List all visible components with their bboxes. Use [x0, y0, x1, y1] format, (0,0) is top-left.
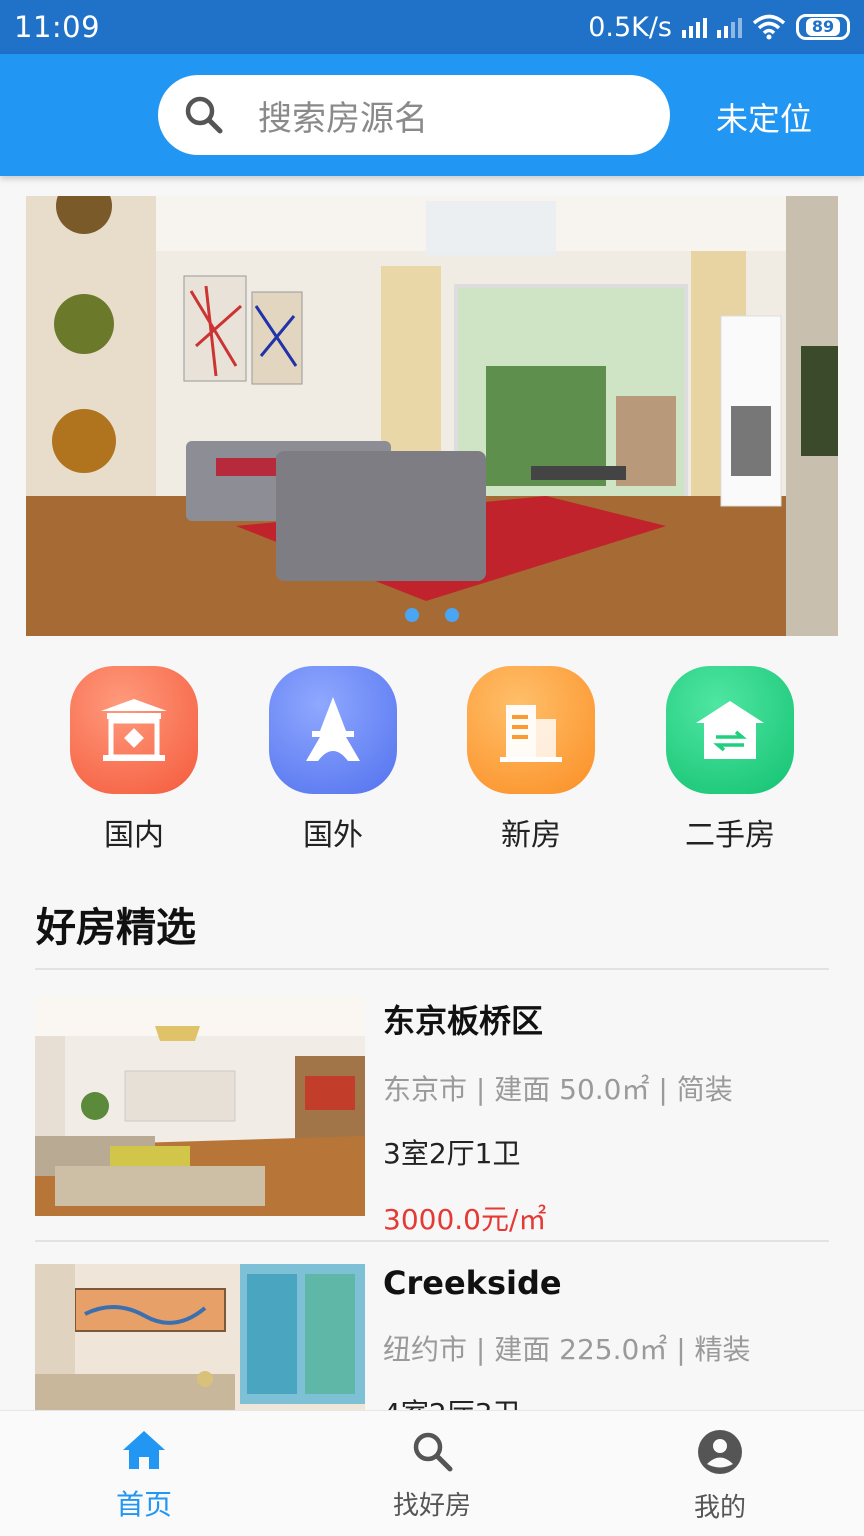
category-domestic[interactable]: 国内	[34, 666, 234, 854]
listing-info: Creekside 纽约市 | 建面 225.0㎡ | 精装 4室2厅3卫	[383, 1264, 751, 1410]
nav-label: 我的	[693, 1493, 746, 1523]
nav-home[interactable]: 首页	[64, 1429, 224, 1523]
listing-rooms: 4室2厅3卫	[383, 1392, 751, 1410]
search-bar[interactable]: 搜索房源名	[158, 75, 670, 155]
listing-photo	[35, 1264, 365, 1410]
signal-2-icon	[717, 16, 742, 38]
category-new-house[interactable]: 新房	[431, 666, 631, 854]
listing-name: 东京板桥区	[383, 1002, 544, 1040]
listing-item[interactable]: 东京板桥区 东京市 | 建面 50.0㎡ | 简装 3室2厅1卫 3000.0元…	[35, 996, 829, 1236]
search-icon	[413, 1432, 453, 1472]
battery-icon: 89	[796, 14, 850, 40]
carousel-dot[interactable]	[405, 608, 419, 622]
eiffel-tower-icon	[269, 666, 397, 794]
category-row: 国内 国外 新房 二手房	[0, 666, 864, 853]
divider	[35, 1240, 829, 1242]
listing-name: Creekside	[383, 1264, 562, 1302]
bottom-navigation: 首页 找好房 我的	[0, 1410, 864, 1536]
divider	[35, 968, 829, 970]
search-placeholder: 搜索房源名	[258, 98, 428, 139]
account-icon	[698, 1430, 742, 1474]
carousel-dots	[26, 608, 838, 622]
listing-photo	[35, 996, 365, 1216]
location-button[interactable]: 未定位	[716, 94, 812, 140]
building-icon	[467, 666, 595, 794]
listing-item[interactable]: Creekside 纽约市 | 建面 225.0㎡ | 精装 4室2厅3卫	[35, 1264, 829, 1410]
category-second-hand[interactable]: 二手房	[630, 666, 830, 854]
category-label: 新房	[501, 818, 561, 853]
carousel-dot[interactable]	[445, 608, 459, 622]
house-exchange-icon	[666, 666, 794, 794]
banner-image	[26, 196, 838, 636]
listing-info: 东京板桥区 东京市 | 建面 50.0㎡ | 简装 3室2厅1卫 3000.0元…	[383, 996, 733, 1238]
search-icon	[185, 96, 223, 134]
nav-label: 首页	[115, 1488, 172, 1521]
listing-meta: 纽约市 | 建面 225.0㎡ | 精装	[383, 1333, 751, 1366]
listing-rooms: 3室2厅1卫	[383, 1137, 521, 1170]
section-title: 好房精选	[36, 905, 196, 951]
app-bar: 搜索房源名 未定位	[0, 54, 864, 176]
status-time: 11:09	[14, 10, 101, 44]
status-icons: 0.5K/s 89	[588, 12, 850, 43]
listing-meta: 东京市 | 建面 50.0㎡ | 简装	[383, 1073, 733, 1106]
battery-level: 89	[805, 18, 841, 36]
category-label: 国内	[104, 818, 164, 853]
banner-carousel[interactable]	[26, 196, 838, 636]
listing-price: 3000.0元/㎡	[383, 1203, 547, 1236]
category-label: 二手房	[685, 818, 775, 853]
nav-label: 找好房	[392, 1491, 471, 1521]
signal-icon	[682, 16, 707, 38]
gate-icon	[70, 666, 198, 794]
net-speed: 0.5K/s	[588, 11, 672, 43]
category-overseas[interactable]: 国外	[233, 666, 433, 854]
category-label: 国外	[303, 818, 363, 853]
wifi-icon	[752, 14, 786, 40]
nav-find-house[interactable]: 找好房	[352, 1429, 512, 1522]
home-icon	[123, 1431, 165, 1469]
nav-mine[interactable]: 我的	[640, 1429, 800, 1524]
status-bar: 11:09 0.5K/s 89	[0, 0, 864, 54]
